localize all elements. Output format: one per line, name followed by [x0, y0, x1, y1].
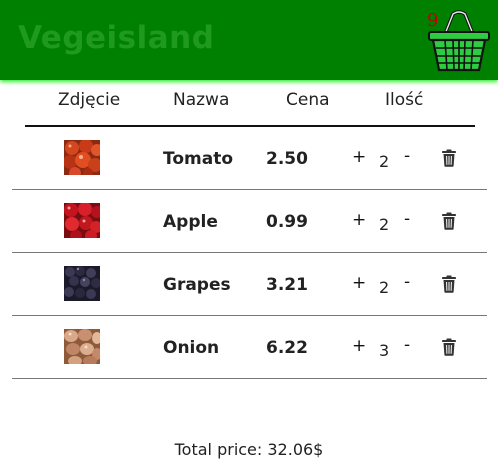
- item-price: 0.99: [266, 212, 308, 232]
- column-header-qty: Ilość: [385, 90, 424, 110]
- cart-count-badge: 9: [427, 10, 439, 31]
- app-header: Vegeisland 9: [0, 0, 498, 80]
- onion-photo: [64, 329, 100, 364]
- trash-icon[interactable]: [441, 338, 457, 356]
- item-quantity: 3: [379, 341, 390, 360]
- cart-row-apple: Apple 0.99 + 2 -: [0, 190, 498, 253]
- total-price: Total price: 32.06$: [174, 440, 324, 459]
- cart-row-grapes: Grapes 3.21 + 2 -: [0, 253, 498, 316]
- item-name: Grapes: [163, 275, 231, 295]
- increase-qty-button[interactable]: +: [352, 210, 366, 230]
- decrease-qty-button[interactable]: -: [404, 146, 410, 166]
- item-name: Apple: [163, 212, 218, 232]
- increase-qty-button[interactable]: +: [352, 273, 366, 293]
- item-quantity: 2: [379, 215, 390, 234]
- tomato-photo: [64, 140, 100, 175]
- apple-photo: [64, 203, 100, 238]
- increase-qty-button[interactable]: +: [352, 336, 366, 356]
- item-price: 6.22: [266, 338, 308, 358]
- item-name: Onion: [163, 338, 220, 358]
- trash-icon[interactable]: [441, 275, 457, 293]
- trash-icon[interactable]: [441, 149, 457, 167]
- column-header-name: Nazwa: [173, 90, 230, 110]
- column-header-price: Cena: [286, 90, 330, 110]
- item-name: Tomato: [163, 149, 234, 169]
- decrease-qty-button[interactable]: -: [404, 272, 410, 292]
- grapes-photo: [64, 266, 100, 301]
- item-quantity: 2: [379, 152, 390, 171]
- brand-logo[interactable]: Vegeisland: [18, 20, 214, 56]
- row-divider: [12, 378, 487, 379]
- item-price: 2.50: [266, 149, 308, 169]
- item-quantity: 2: [379, 278, 390, 297]
- trash-icon[interactable]: [441, 212, 457, 230]
- increase-qty-button[interactable]: +: [352, 147, 366, 167]
- decrease-qty-button[interactable]: -: [404, 209, 410, 229]
- cart-button[interactable]: 9: [427, 8, 491, 74]
- decrease-qty-button[interactable]: -: [404, 335, 410, 355]
- item-price: 3.21: [266, 275, 308, 295]
- cart-row-tomato: Tomato 2.50 + 2 -: [0, 127, 498, 190]
- column-header-photo: Zdjęcie: [58, 90, 121, 110]
- cart-row-onion: Onion 6.22 + 3 -: [0, 316, 498, 379]
